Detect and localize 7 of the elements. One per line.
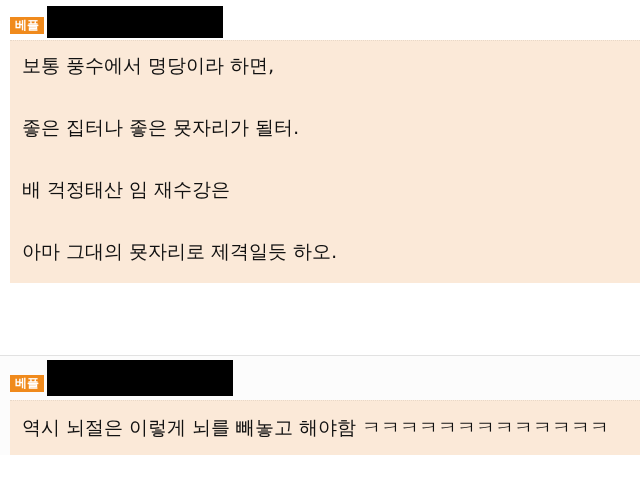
comment-line: 보통 풍수에서 명당이라 하면, — [22, 54, 276, 79]
comment-line: 배 걱정태산 임 재수강은 — [22, 178, 232, 203]
comment-line: 역시 뇌절은 이렇게 뇌를 빼놓고 해야함 ㅋㅋㅋㅋㅋㅋㅋㅋㅋㅋㅋㅋㅋ — [22, 416, 610, 441]
best-comment-badge: 베플 — [10, 17, 44, 34]
best-comment-badge: 베플 — [10, 375, 44, 392]
comment-line: 좋은 집터나 좋은 묫자리가 될터. — [22, 116, 300, 141]
comment-line: 아마 그대의 묫자리로 제격일듯 하오. — [22, 240, 338, 265]
